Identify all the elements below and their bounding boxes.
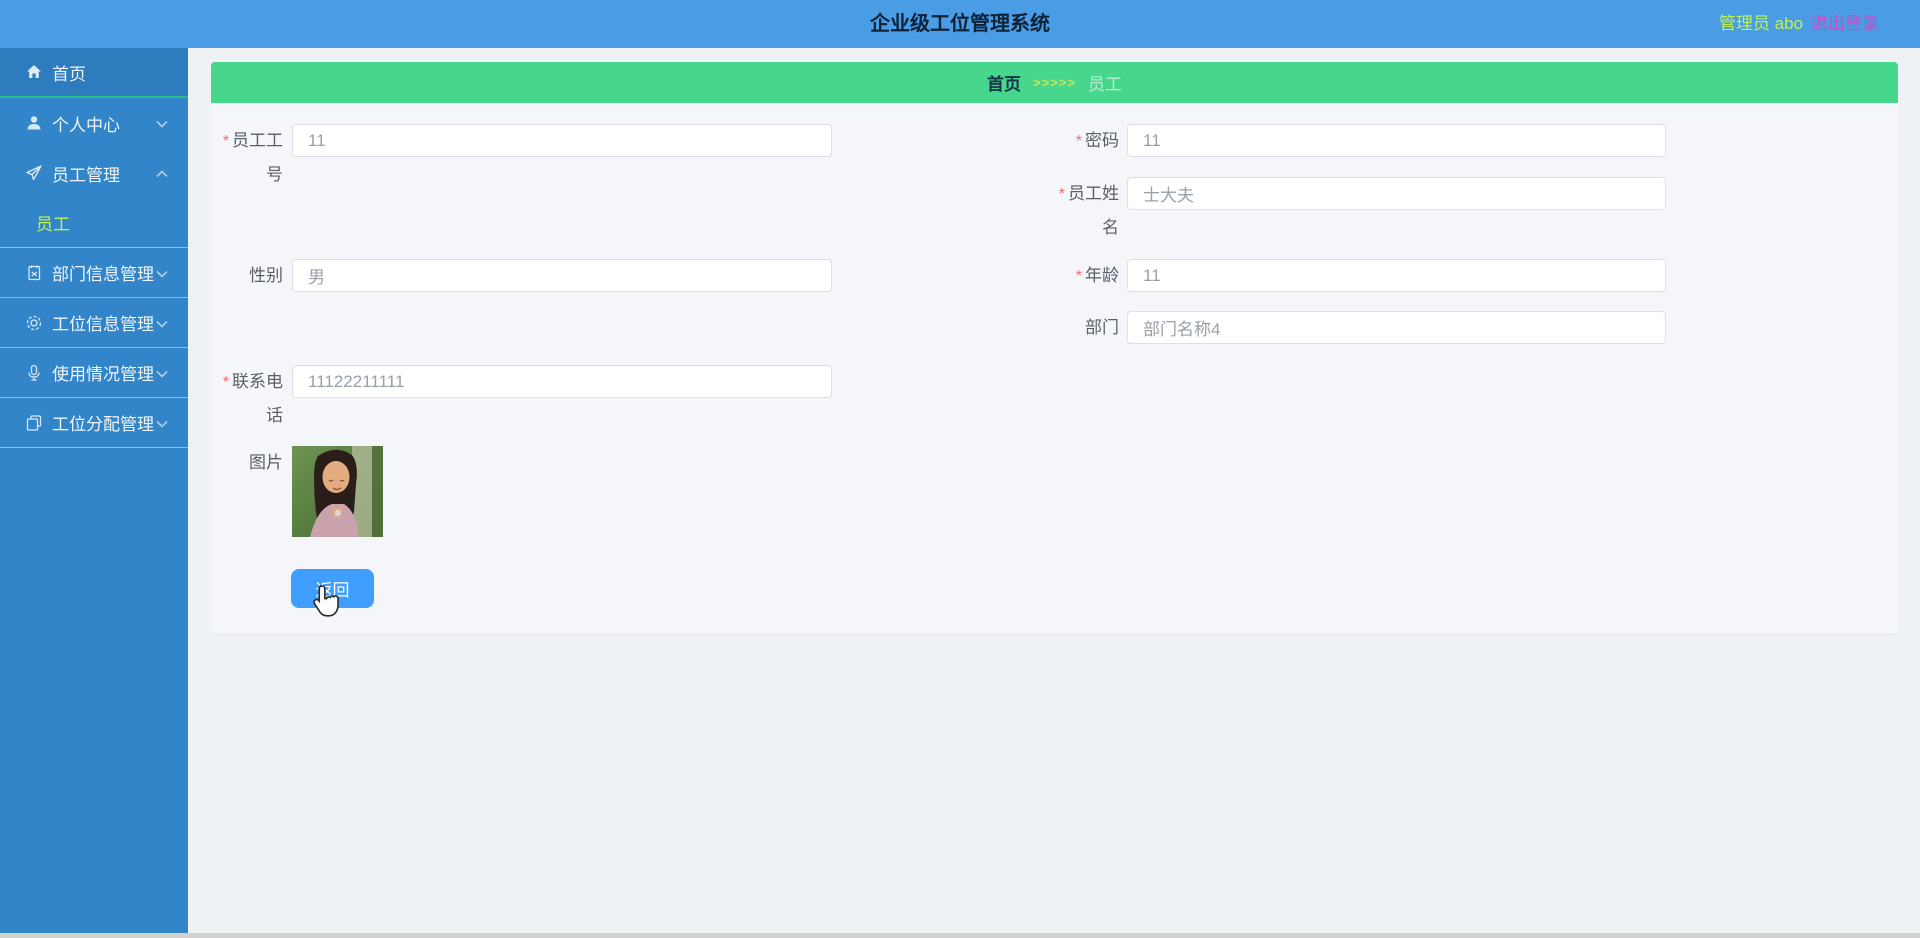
- sidebar-item-label: 首页: [52, 64, 86, 84]
- sidebar-subitem-label: 员工: [36, 215, 70, 234]
- target-icon: [25, 314, 43, 332]
- sidebar-item-personal-center[interactable]: 个人中心: [0, 98, 188, 148]
- sidebar-item-label: 个人中心: [52, 115, 120, 135]
- phone-label: * 联系电话: [222, 372, 283, 425]
- sidebar-item-home[interactable]: 首页: [0, 48, 188, 98]
- send-icon: [25, 164, 43, 182]
- photo-label: 图片: [249, 453, 283, 472]
- password-input[interactable]: [1127, 124, 1666, 157]
- sidebar-item-label: 部门信息管理: [52, 265, 154, 284]
- home-icon: [25, 63, 43, 81]
- breadcrumb: 首页 >>>>> 员工: [211, 62, 1898, 103]
- sidebar-subitem-employee[interactable]: 员工: [0, 198, 188, 248]
- employee-no-input[interactable]: [292, 124, 832, 157]
- horizontal-scrollbar[interactable]: [0, 933, 1920, 938]
- sidebar-item-label: 工位信息管理: [52, 315, 154, 334]
- gender-input[interactable]: [292, 259, 832, 292]
- sidebar-item-label: 员工管理: [52, 165, 120, 185]
- chevron-down-icon: [156, 113, 168, 133]
- sidebar-item-workstation-assignment[interactable]: 工位分配管理: [0, 398, 188, 448]
- chevron-down-icon: [156, 413, 168, 433]
- employee-name-label: * 员工姓名: [1058, 184, 1119, 237]
- password-label: * 密码: [1075, 131, 1119, 150]
- logout-link[interactable]: 退出登录: [1811, 0, 1879, 48]
- age-label: * 年龄: [1075, 266, 1119, 285]
- required-marker: *: [1075, 268, 1082, 285]
- breadcrumb-current: 员工: [1087, 75, 1122, 94]
- chevron-down-icon: [156, 313, 168, 333]
- employee-photo[interactable]: [292, 446, 383, 537]
- required-marker: *: [1075, 133, 1082, 150]
- sidebar-item-label: 工位分配管理: [52, 415, 154, 434]
- required-marker: *: [222, 374, 229, 391]
- chevron-down-icon: [156, 263, 168, 283]
- admin-user-link[interactable]: 管理员 abo: [1719, 0, 1803, 48]
- employee-name-input[interactable]: [1127, 177, 1666, 210]
- mic-icon: [25, 364, 43, 382]
- breadcrumb-separator-icon: >>>>>: [1033, 75, 1076, 90]
- sidebar-item-label: 使用情况管理: [52, 365, 154, 384]
- copy-icon: [25, 414, 43, 432]
- gender-label: 性别: [249, 266, 283, 285]
- sidebar-item-usage-management[interactable]: 使用情况管理: [0, 348, 188, 398]
- app-header: 企业级工位管理系统 管理员 abo 退出登录: [0, 0, 1920, 48]
- department-input[interactable]: [1127, 311, 1666, 344]
- department-label: 部门: [1085, 318, 1119, 337]
- employee-no-label: * 员工工号: [222, 131, 283, 184]
- chevron-down-icon: [156, 363, 168, 383]
- back-button[interactable]: 返回: [291, 569, 374, 608]
- sidebar-item-workstation-info[interactable]: 工位信息管理: [0, 298, 188, 348]
- user-icon: [25, 114, 43, 132]
- required-marker: *: [222, 133, 229, 150]
- employee-detail-card: 首页 >>>>> 员工 *员工工号 *密码 *员工姓名 性别 *年龄 部门 *联…: [211, 62, 1898, 635]
- sidebar-item-employee-management[interactable]: 员工管理: [0, 148, 188, 198]
- page-title: 企业级工位管理系统: [870, 13, 1050, 35]
- chevron-up-icon: [156, 163, 168, 183]
- phone-input[interactable]: [292, 365, 832, 398]
- required-marker: *: [1058, 186, 1065, 203]
- notebook-icon: [25, 264, 43, 282]
- sidebar-item-department-info[interactable]: 部门信息管理: [0, 248, 188, 298]
- sidebar: 首页 个人中心 员工管理 员工 部门信息管理 工位信息管理 使用情况管理 工位分…: [0, 48, 188, 938]
- age-input[interactable]: [1127, 259, 1666, 292]
- breadcrumb-home[interactable]: 首页: [987, 70, 1021, 95]
